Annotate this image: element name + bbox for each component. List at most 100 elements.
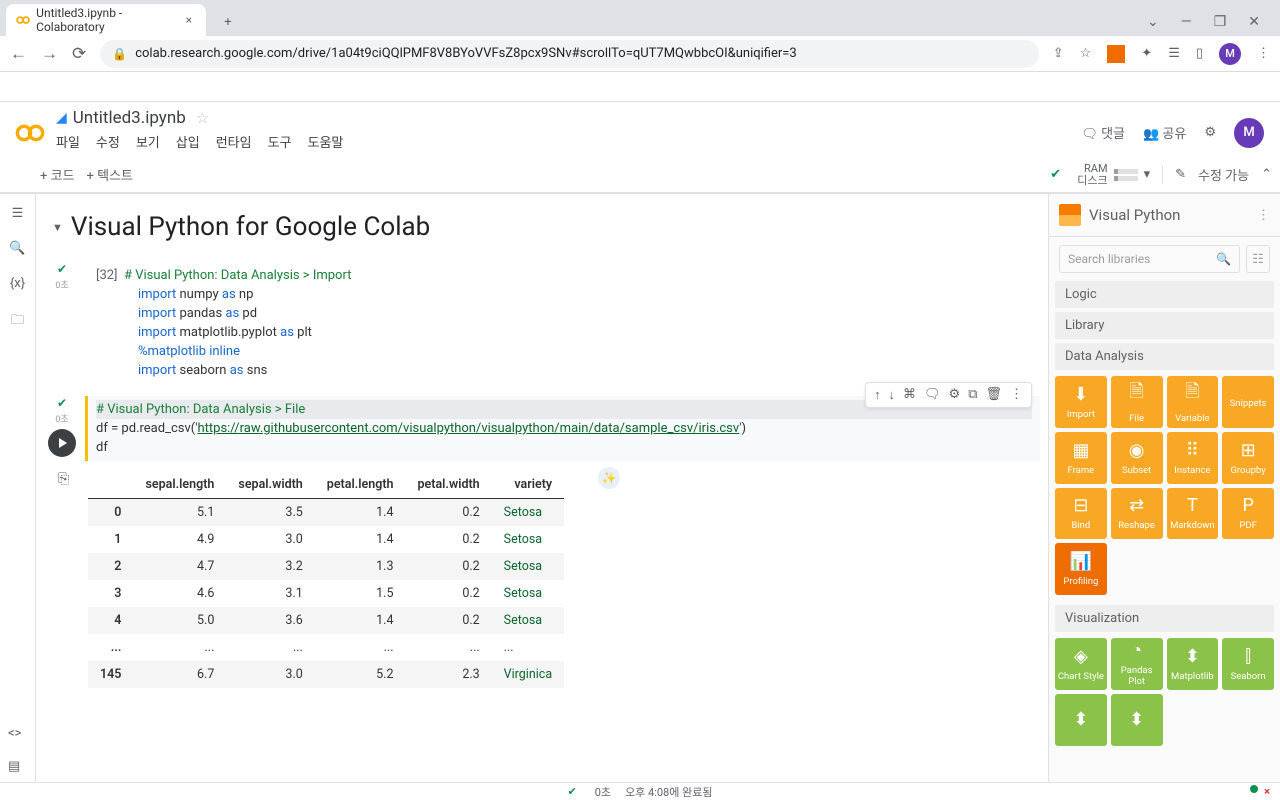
search-icon[interactable]: 🔍	[9, 241, 25, 256]
vp-tile-snippets[interactable]: Snippets	[1222, 376, 1274, 428]
vp-tile-variable[interactable]: 🗎Variable	[1167, 376, 1219, 428]
vp-tile-pandas-plot[interactable]: ◔Pandas Plot	[1111, 638, 1163, 690]
maximize-icon[interactable]: ❐	[1214, 14, 1227, 30]
vp-section-data[interactable]: Data Analysis	[1055, 343, 1274, 370]
vp-tile-pdf[interactable]: PPDF	[1222, 488, 1274, 540]
table-row: 1456.73.05.22.3Virginica	[88, 661, 564, 688]
menu-help[interactable]: 도움말	[308, 132, 344, 151]
magic-wand-icon[interactable]: ✨	[598, 467, 620, 489]
vp-section-viz[interactable]: Visualization	[1055, 605, 1274, 632]
kebab-icon[interactable]: ⋮	[1010, 387, 1023, 403]
files-icon[interactable]: 🗀	[11, 311, 24, 333]
close-icon[interactable]: ✕	[1248, 14, 1260, 30]
puzzle-icon[interactable]: ✦	[1141, 46, 1152, 61]
mirror-icon[interactable]: ⧉	[968, 387, 977, 403]
vp-tile-import[interactable]: ⬇Import	[1055, 376, 1107, 428]
vp-tile-instance[interactable]: ⠿Instance	[1167, 432, 1219, 484]
code-cell[interactable]: ✔ 0초 [32] # Visual Python: Data Analysis…	[44, 262, 1040, 384]
csv-url-link[interactable]: https://raw.githubusercontent.com/visual…	[197, 421, 739, 436]
vp-section-logic[interactable]: Logic	[1055, 281, 1274, 308]
reload-button[interactable]: ⟳	[72, 44, 86, 64]
chevron-down-icon[interactable]: ⌄	[1147, 14, 1159, 30]
vp-layout-toggle[interactable]: ☷	[1246, 245, 1270, 273]
reading-list-icon[interactable]: ☰	[1168, 46, 1180, 61]
pencil-icon: ✎	[1175, 167, 1186, 182]
vp-tile-groupby[interactable]: ⊞Groupby	[1222, 432, 1274, 484]
output-actions-icon[interactable]: ⎘	[58, 471, 69, 487]
dataframe-table: sepal.lengthsepal.widthpetal.lengthpetal…	[88, 471, 564, 688]
colab-header: ◢ Untitled3.ipynb ☆ 파일 수정 보기 삽입 런타임 도구 도…	[0, 102, 1280, 157]
sidebar-icon[interactable]: ▯	[1196, 46, 1203, 61]
delete-icon[interactable]: 🗑	[985, 387, 1002, 403]
vp-tile-subset[interactable]: ◉Subset	[1111, 432, 1163, 484]
vp-tile-frame[interactable]: ▦Frame	[1055, 432, 1107, 484]
vp-section-library[interactable]: Library	[1055, 312, 1274, 339]
vp-tile-markdown[interactable]: TMarkdown	[1167, 488, 1219, 540]
vp-tile-matplotlib[interactable]: ⬍Matplotlib	[1167, 638, 1219, 690]
run-button[interactable]	[48, 429, 76, 457]
kebab-icon[interactable]: ⋮	[1257, 46, 1270, 61]
vp-tile-reshape[interactable]: ⇄Reshape	[1111, 488, 1163, 540]
code-editor[interactable]: [32] # Visual Python: Data Analysis > Im…	[88, 262, 1040, 384]
cell-settings-icon[interactable]: ⚙	[949, 387, 961, 403]
link-icon[interactable]: ⌘	[903, 387, 916, 403]
vp-tile-seaborn[interactable]: ⫿Seaborn	[1222, 638, 1274, 690]
extension-icon[interactable]	[1107, 45, 1125, 63]
status-close-icon[interactable]: ×	[1264, 785, 1270, 798]
vp-tile-chart-style[interactable]: ◈Chart Style	[1055, 638, 1107, 690]
star-doc-icon[interactable]: ☆	[196, 109, 209, 127]
tab-title: Untitled3.ipynb - Colaboratory	[36, 6, 175, 34]
vp-search-input[interactable]: Search libraries 🔍	[1059, 245, 1240, 273]
table-header	[88, 471, 133, 499]
minimize-icon[interactable]: —	[1181, 14, 1192, 30]
share-button[interactable]: 👥 공유	[1143, 123, 1186, 142]
move-down-icon[interactable]: ↓	[889, 387, 896, 403]
status-time: 0초	[595, 784, 611, 800]
menu-tools[interactable]: 도구	[268, 132, 292, 151]
variables-icon[interactable]: {x}	[10, 276, 25, 291]
comments-button[interactable]: 🗨 댓글	[1081, 123, 1125, 142]
comment-icon[interactable]: 🗨	[924, 387, 941, 403]
add-code-button[interactable]: + 코드	[40, 165, 75, 184]
notebook-area[interactable]: ▼ Visual Python for Google Colab ✔ 0초 [3…	[36, 194, 1048, 783]
resource-indicator[interactable]: RAM 디스크 ▾	[1077, 163, 1150, 187]
vp-tile-partial[interactable]: ⬍	[1055, 694, 1107, 746]
vp-menu-icon[interactable]: ⋮	[1257, 208, 1270, 223]
cell-success-icon: ✔	[57, 396, 67, 410]
star-icon[interactable]: ☆	[1080, 46, 1092, 61]
menu-edit[interactable]: 수정	[96, 132, 120, 151]
new-tab-button[interactable]: +	[214, 8, 242, 36]
document-title[interactable]: Untitled3.ipynb	[73, 108, 186, 128]
vp-tile-file[interactable]: 🗎File	[1111, 376, 1163, 428]
code-cell-active[interactable]: ↑ ↓ ⌘ 🗨 ⚙ ⧉ 🗑 ⋮ ✔ 0초 # Visual Python: Da…	[44, 396, 1040, 688]
code-icon[interactable]: <>	[8, 726, 21, 741]
menu-file[interactable]: 파일	[56, 132, 80, 151]
settings-icon[interactable]: ⚙	[1204, 125, 1216, 140]
menu-runtime[interactable]: 런타임	[216, 132, 252, 151]
menubar: 파일 수정 보기 삽입 런타임 도구 도움말	[56, 128, 1071, 157]
url-field[interactable]: 🔒 colab.research.google.com/drive/1a04t9…	[100, 40, 1038, 68]
colab-logo-icon	[14, 117, 46, 149]
add-text-button[interactable]: + 텍스트	[87, 165, 133, 184]
profile-avatar[interactable]: M	[1219, 43, 1241, 65]
drive-icon: ◢	[56, 110, 67, 126]
user-avatar[interactable]: M	[1234, 118, 1264, 148]
vp-tile-partial[interactable]: ⬍	[1111, 694, 1163, 746]
browser-tab[interactable]: Untitled3.ipynb - Colaboratory ×	[6, 4, 206, 36]
vp-tile-profiling[interactable]: 📊Profiling	[1055, 543, 1107, 595]
resources-dropdown-icon[interactable]: ▾	[1144, 167, 1151, 182]
menu-view[interactable]: 보기	[136, 132, 160, 151]
collapse-icon[interactable]: ⌃	[1261, 167, 1272, 182]
forward-button[interactable]: →	[41, 44, 58, 64]
toc-icon[interactable]: ☰	[12, 206, 24, 221]
move-up-icon[interactable]: ↑	[874, 387, 881, 403]
share-icon[interactable]: ⇪	[1053, 46, 1064, 61]
vp-tile-bind[interactable]: ⊟Bind	[1055, 488, 1107, 540]
back-button[interactable]: ←	[10, 44, 27, 64]
vp-logo-icon	[1059, 204, 1081, 226]
collapse-heading-icon[interactable]: ▼	[52, 221, 63, 234]
edit-mode-label[interactable]: 수정 가능	[1198, 165, 1249, 184]
terminal-icon[interactable]: ▤	[8, 759, 21, 774]
menu-insert[interactable]: 삽입	[176, 132, 200, 151]
tab-close-icon[interactable]: ×	[186, 13, 192, 27]
